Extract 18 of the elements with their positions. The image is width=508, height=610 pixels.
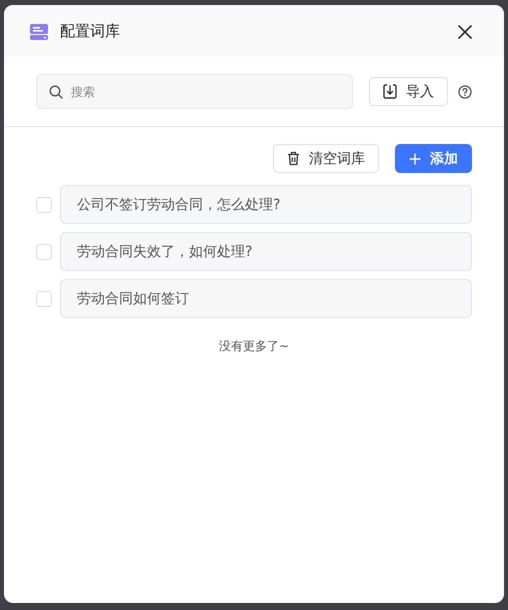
library-icon <box>30 24 48 40</box>
checkbox[interactable] <box>36 244 52 260</box>
entry-field[interactable]: 公司不签订劳动合同，怎么处理? <box>60 185 472 224</box>
import-icon <box>383 84 397 99</box>
dialog-title: 配置词库 <box>60 22 121 41</box>
close-icon[interactable] <box>458 24 472 38</box>
end-of-list-note: 没有更多了~ <box>218 338 290 355</box>
plus-icon <box>409 152 421 164</box>
checkbox[interactable] <box>36 196 52 212</box>
clear-library-button[interactable]: 清空词库 <box>273 144 379 173</box>
search-field[interactable]: 搜索 <box>36 74 353 109</box>
import-button[interactable]: 导入 <box>369 77 448 106</box>
trash-icon <box>287 151 300 166</box>
entry-field[interactable]: 劳动合同失效了，如何处理? <box>60 232 472 271</box>
add-button[interactable]: 添加 <box>395 144 472 173</box>
checkbox[interactable] <box>36 290 52 306</box>
help-icon[interactable] <box>458 84 472 98</box>
entry-field[interactable]: 劳动合同如何签订 <box>60 279 472 318</box>
